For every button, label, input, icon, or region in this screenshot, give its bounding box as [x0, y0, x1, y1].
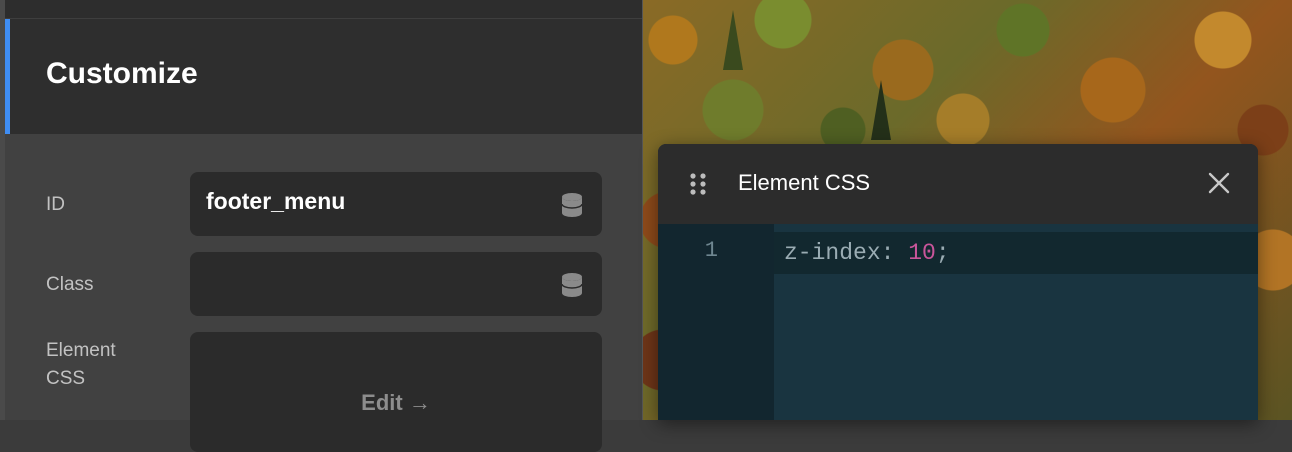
code-end: ;: [935, 240, 950, 266]
code-line: z-index: 10;: [784, 240, 950, 266]
class-label: Class: [46, 274, 94, 295]
id-label: ID: [46, 194, 65, 215]
close-icon[interactable]: [1208, 172, 1230, 194]
css-panel-header: Element CSS: [658, 144, 1258, 224]
code-value: 10: [908, 240, 936, 266]
element-css-panel: Element CSS 1 z-index: 10;: [658, 144, 1258, 420]
id-value: footer_menu: [206, 188, 346, 214]
database-icon[interactable]: [560, 272, 584, 298]
panel-topbar: [5, 0, 642, 19]
element-css-label-line2: CSS: [46, 368, 86, 389]
dark-tree: [723, 10, 743, 70]
id-field[interactable]: footer_menu: [190, 172, 602, 236]
code-property: z-index:: [784, 240, 909, 266]
line-number: 1: [704, 238, 718, 263]
drag-handle-icon[interactable]: [688, 172, 708, 196]
element-css-label-line1: Element: [46, 340, 116, 361]
class-field[interactable]: [190, 252, 602, 316]
customize-header[interactable]: Customize: [5, 19, 642, 134]
customize-title: Customize: [46, 57, 198, 90]
customize-panel: Customize ID footer_menu Class Element C…: [0, 0, 643, 452]
css-panel-title: Element CSS: [738, 170, 871, 195]
code-editor[interactable]: z-index: 10;: [774, 224, 1258, 420]
element-css-field[interactable]: Edit →: [190, 332, 602, 452]
edit-link[interactable]: Edit →: [190, 390, 602, 416]
active-accent-bar: [5, 19, 10, 134]
database-icon[interactable]: [560, 192, 584, 218]
dark-tree: [871, 80, 891, 140]
